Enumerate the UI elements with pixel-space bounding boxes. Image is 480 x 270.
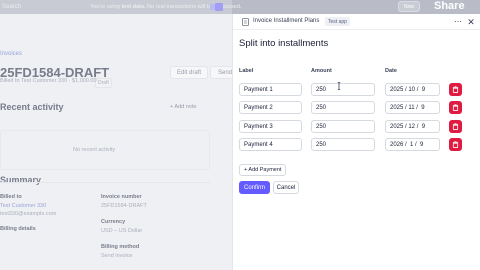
trash-icon (452, 86, 459, 93)
cancel-button[interactable]: Cancel (273, 181, 299, 194)
installment-date-input[interactable]: 2025 / 11 / 9 (385, 101, 440, 114)
installment-date-input[interactable]: 2026 / 1 / 9 (385, 138, 440, 151)
trash-icon (452, 141, 459, 148)
column-amount-header: Amount (311, 68, 332, 74)
share-watermark: Share (434, 0, 465, 12)
installment-amount-input[interactable]: 250 (311, 120, 375, 133)
confirm-button[interactable]: Confirm (239, 181, 270, 194)
installment-label-input[interactable]: Payment 2 (239, 101, 302, 114)
now-button[interactable]: Now (398, 1, 420, 12)
installment-label-input[interactable]: Payment 1 (239, 83, 302, 96)
delete-installment-button[interactable] (449, 138, 462, 151)
delete-installment-button[interactable] (449, 101, 462, 114)
installment-amount-input[interactable]: 250 (311, 101, 375, 114)
drawer-title: Split into installments (239, 38, 329, 49)
installment-amount-input[interactable]: 250 (311, 83, 375, 96)
document-icon (242, 18, 249, 26)
installments-drawer: Invoice Installment Plans Test app ⋯ ✕ S… (232, 14, 480, 270)
add-payment-button[interactable]: + Add Payment (239, 164, 287, 176)
delete-installment-button[interactable] (449, 83, 462, 96)
modal-scrim[interactable] (0, 0, 232, 270)
installment-label-input[interactable]: Payment 3 (239, 120, 302, 133)
app-name: Invoice Installment Plans (253, 18, 320, 24)
delete-installment-button[interactable] (449, 120, 462, 133)
more-options-icon[interactable]: ⋯ (453, 17, 463, 27)
column-label-header: Label (239, 68, 254, 74)
trash-icon (452, 123, 459, 130)
trash-icon (452, 104, 459, 111)
installment-label-input[interactable]: Payment 4 (239, 138, 302, 151)
installment-date-input[interactable]: 2025 / 12 / 9 (385, 120, 440, 133)
close-icon[interactable]: ✕ (466, 17, 476, 27)
installment-amount-input[interactable]: 250 (311, 138, 375, 151)
test-app-badge: Test app (325, 17, 350, 26)
drawer-header: Invoice Installment Plans Test app ⋯ ✕ (233, 14, 480, 30)
text-cursor-icon (337, 82, 341, 90)
column-date-header: Date (385, 68, 397, 74)
installment-date-input[interactable]: 2025 / 10 / 9 (385, 83, 440, 96)
